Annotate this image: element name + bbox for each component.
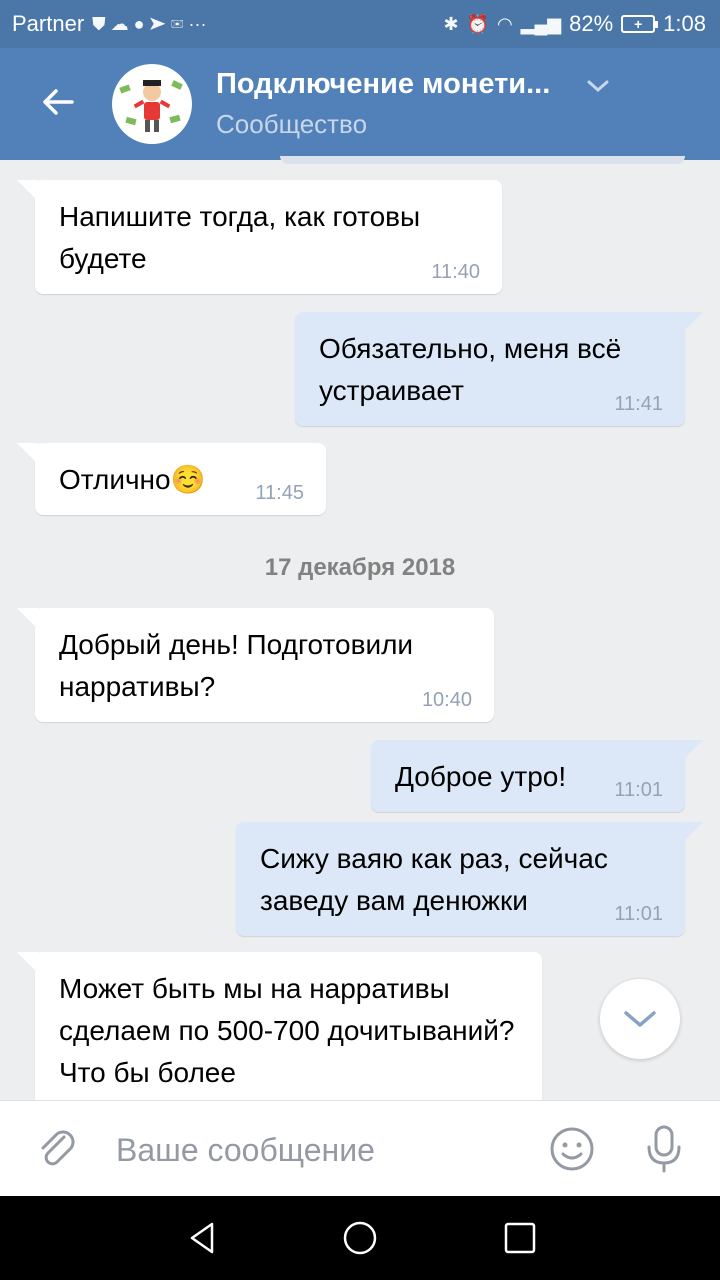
- status-bar: Partner ⛊ ☁ ● ➤ ✉ ··· ✱ ⏰ ◠ ▂▄▆ 82% + 1:…: [0, 0, 720, 48]
- notification-icons: ⛊ ☁ ● ➤ ✉ ···: [92, 13, 207, 34]
- message-text: Может быть мы на нарративы сделаем по 50…: [59, 973, 515, 1088]
- message-time: 11:41: [614, 393, 663, 415]
- message-time: 11:01: [614, 779, 663, 801]
- message-incoming[interactable]: Отлично☺️ 11:45: [17, 443, 326, 515]
- message-time: 10:40: [421, 689, 472, 711]
- message-incoming[interactable]: Добрый день! Подготовили нарративы? 10:4…: [17, 608, 494, 722]
- wifi-icon: ◠: [496, 13, 513, 34]
- attach-icon[interactable]: [34, 1125, 82, 1173]
- message-time: 11:45: [255, 482, 304, 504]
- message-text: Доброе утро!: [395, 761, 567, 792]
- chat-title: Подключение монети...: [216, 68, 551, 100]
- battery-percent: 82%: [569, 11, 614, 36]
- back-arrow-icon[interactable]: [38, 82, 78, 122]
- chat-header: Подключение монети... Сообщество: [0, 48, 720, 160]
- message-outgoing[interactable]: Сижу ваяю как раз, сейчас заведу вам ден…: [236, 822, 703, 936]
- avatar[interactable]: [112, 64, 192, 144]
- nav-recents-icon[interactable]: [500, 1218, 540, 1258]
- message-outgoing[interactable]: Доброе утро! 11:01: [371, 740, 703, 812]
- avatar-illustration: [119, 80, 183, 132]
- alarm-icon: ⏰: [466, 13, 489, 34]
- message-incoming[interactable]: Напишите тогда, как готовы будете 11:40: [17, 180, 502, 294]
- message-text: Добрый день! Подготовили нарративы?: [59, 629, 414, 702]
- scroll-down-button[interactable]: [600, 979, 680, 1059]
- date-separator: 17 декабря 2018: [264, 554, 456, 581]
- emoji-smiling-icon: ☺️: [170, 464, 206, 495]
- chevron-down-icon[interactable]: [586, 78, 610, 94]
- smile-icon[interactable]: [548, 1125, 596, 1173]
- message-list[interactable]: Напишите тогда, как готовы будете 11:40 …: [0, 160, 720, 1100]
- nav-home-icon[interactable]: [340, 1218, 380, 1258]
- message-composer: [0, 1100, 720, 1197]
- message-text: Напишите тогда, как готовы будете: [59, 201, 421, 274]
- message-incoming[interactable]: Может быть мы на нарративы сделаем по 50…: [17, 952, 542, 1100]
- carrier-label: Partner: [12, 11, 85, 36]
- message-time: 11:01: [614, 903, 663, 925]
- system-navigation-bar: [0, 1196, 720, 1280]
- scroll-down-icon: [624, 1011, 656, 1027]
- signal-icon: ▂▄▆: [520, 13, 562, 34]
- status-right: ✱ ⏰ ◠ ▂▄▆ 82% + 1:08: [443, 11, 706, 37]
- message-input[interactable]: [114, 1125, 538, 1175]
- message-outgoing[interactable]: Обязательно, меня всё устраивает 11:41: [295, 312, 703, 426]
- battery-icon: +: [621, 15, 659, 33]
- message-text: Обязательно, меня всё устраивает: [319, 333, 622, 406]
- bluetooth-icon: ✱: [443, 13, 459, 34]
- chat-subtitle: Сообщество: [216, 109, 368, 139]
- nav-back-icon[interactable]: [182, 1218, 222, 1258]
- message-text: Сижу ваяю как раз, сейчас заведу вам ден…: [260, 843, 608, 916]
- status-left: Partner ⛊ ☁ ● ➤ ✉ ···: [12, 11, 206, 37]
- clock: 1:08: [663, 11, 706, 36]
- title-block[interactable]: Подключение монети... Сообщество: [216, 68, 636, 140]
- message-time: 11:40: [431, 261, 480, 283]
- message-text: Отлично: [59, 464, 171, 495]
- mic-icon[interactable]: [640, 1123, 688, 1175]
